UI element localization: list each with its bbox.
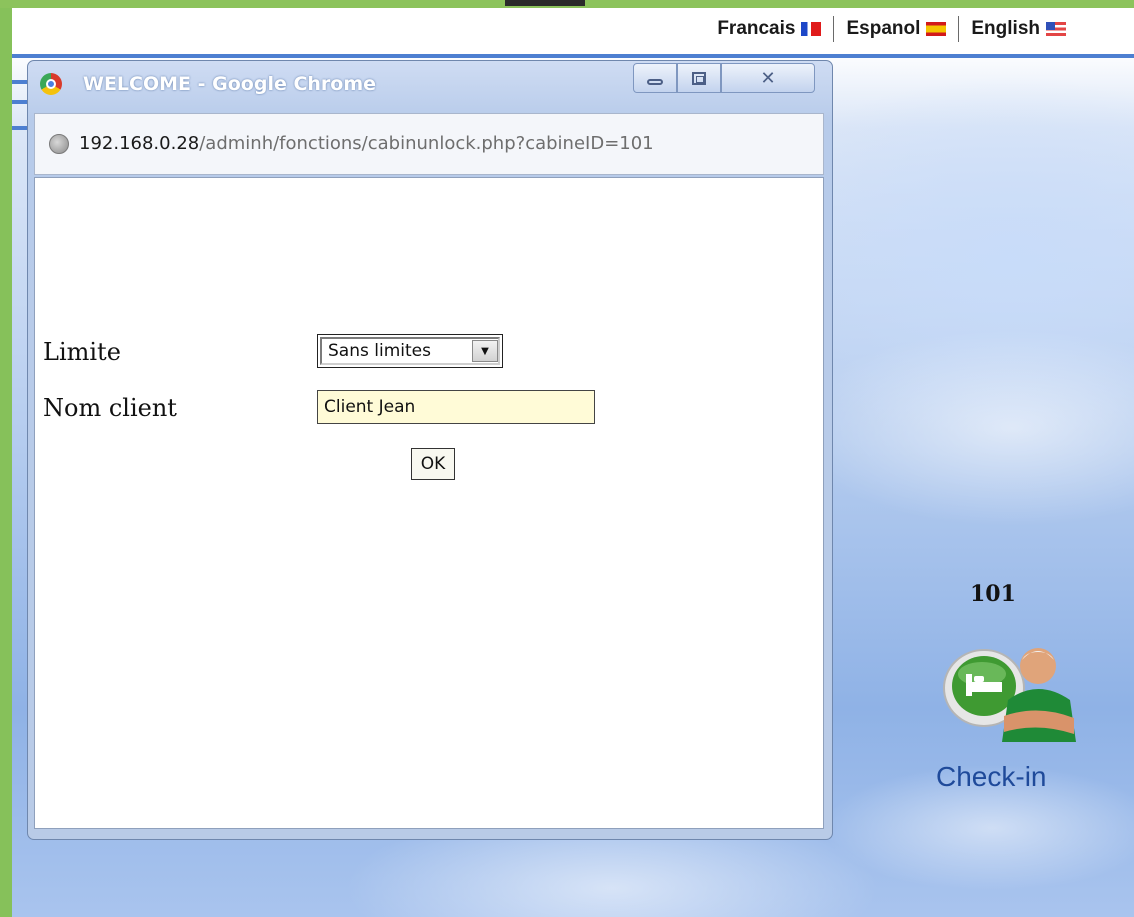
left-green-strip (0, 0, 12, 917)
language-label[interactable]: Espanol (846, 18, 920, 40)
minimize-icon (647, 79, 663, 85)
url-path: /adminh/fonctions/cabinunlock.php?cabine… (199, 133, 654, 154)
chrome-logo-icon (40, 73, 62, 95)
france-flag-icon[interactable] (801, 22, 822, 36)
language-espanol[interactable]: Espanol (846, 18, 947, 40)
divider (833, 16, 835, 42)
nav-dash (12, 126, 28, 130)
divider (958, 16, 960, 42)
language-label[interactable]: Francais (717, 18, 795, 40)
close-icon: ✕ (760, 67, 776, 89)
limite-label: Limite (43, 338, 121, 366)
nav-dash (12, 100, 28, 104)
spain-flag-icon[interactable] (926, 22, 947, 36)
maximize-button[interactable] (677, 63, 721, 93)
check-in-label[interactable]: Check-in (936, 761, 1046, 793)
window-title: WELCOME - Google Chrome (83, 73, 377, 95)
language-list: Francais Espanol English (717, 16, 1066, 42)
chrome-popup-window: WELCOME - Google Chrome ✕ 192.168.0.28/a… (27, 60, 833, 840)
nav-dash (12, 80, 28, 84)
language-bar: Francais Espanol English (12, 8, 1134, 54)
globe-icon (49, 134, 69, 154)
language-label[interactable]: English (971, 18, 1040, 40)
minimize-button[interactable] (633, 63, 677, 93)
cabin-number: 101 (970, 581, 1016, 607)
address-bar[interactable]: 192.168.0.28/adminh/fonctions/cabinunloc… (34, 113, 824, 175)
popup-content: Limite Sans limites ▼ Nom client Client … (34, 177, 824, 829)
close-button[interactable]: ✕ (721, 63, 815, 93)
limite-select-value: Sans limites (328, 341, 431, 361)
nom-client-label: Nom client (43, 394, 177, 422)
check-in-icon[interactable] (938, 630, 1088, 748)
window-title-bar[interactable]: WELCOME - Google Chrome ✕ (28, 61, 832, 109)
top-dark-tab (505, 0, 585, 6)
url-host: 192.168.0.28 (79, 133, 200, 154)
limite-select[interactable]: Sans limites ▼ (317, 334, 503, 368)
limite-select-field[interactable]: Sans limites ▼ (320, 337, 500, 365)
maximize-icon (692, 71, 706, 85)
window-controls: ✕ (633, 63, 823, 93)
usa-flag-icon[interactable] (1046, 22, 1066, 36)
chevron-down-icon[interactable]: ▼ (472, 340, 498, 362)
nav-divider-line (12, 54, 1134, 58)
nom-client-input[interactable]: Client Jean (317, 390, 595, 424)
url-text[interactable]: 192.168.0.28/adminh/fonctions/cabinunloc… (79, 133, 654, 154)
language-english[interactable]: English (971, 18, 1066, 40)
language-francais[interactable]: Francais (717, 18, 822, 40)
ok-button[interactable]: OK (411, 448, 455, 480)
